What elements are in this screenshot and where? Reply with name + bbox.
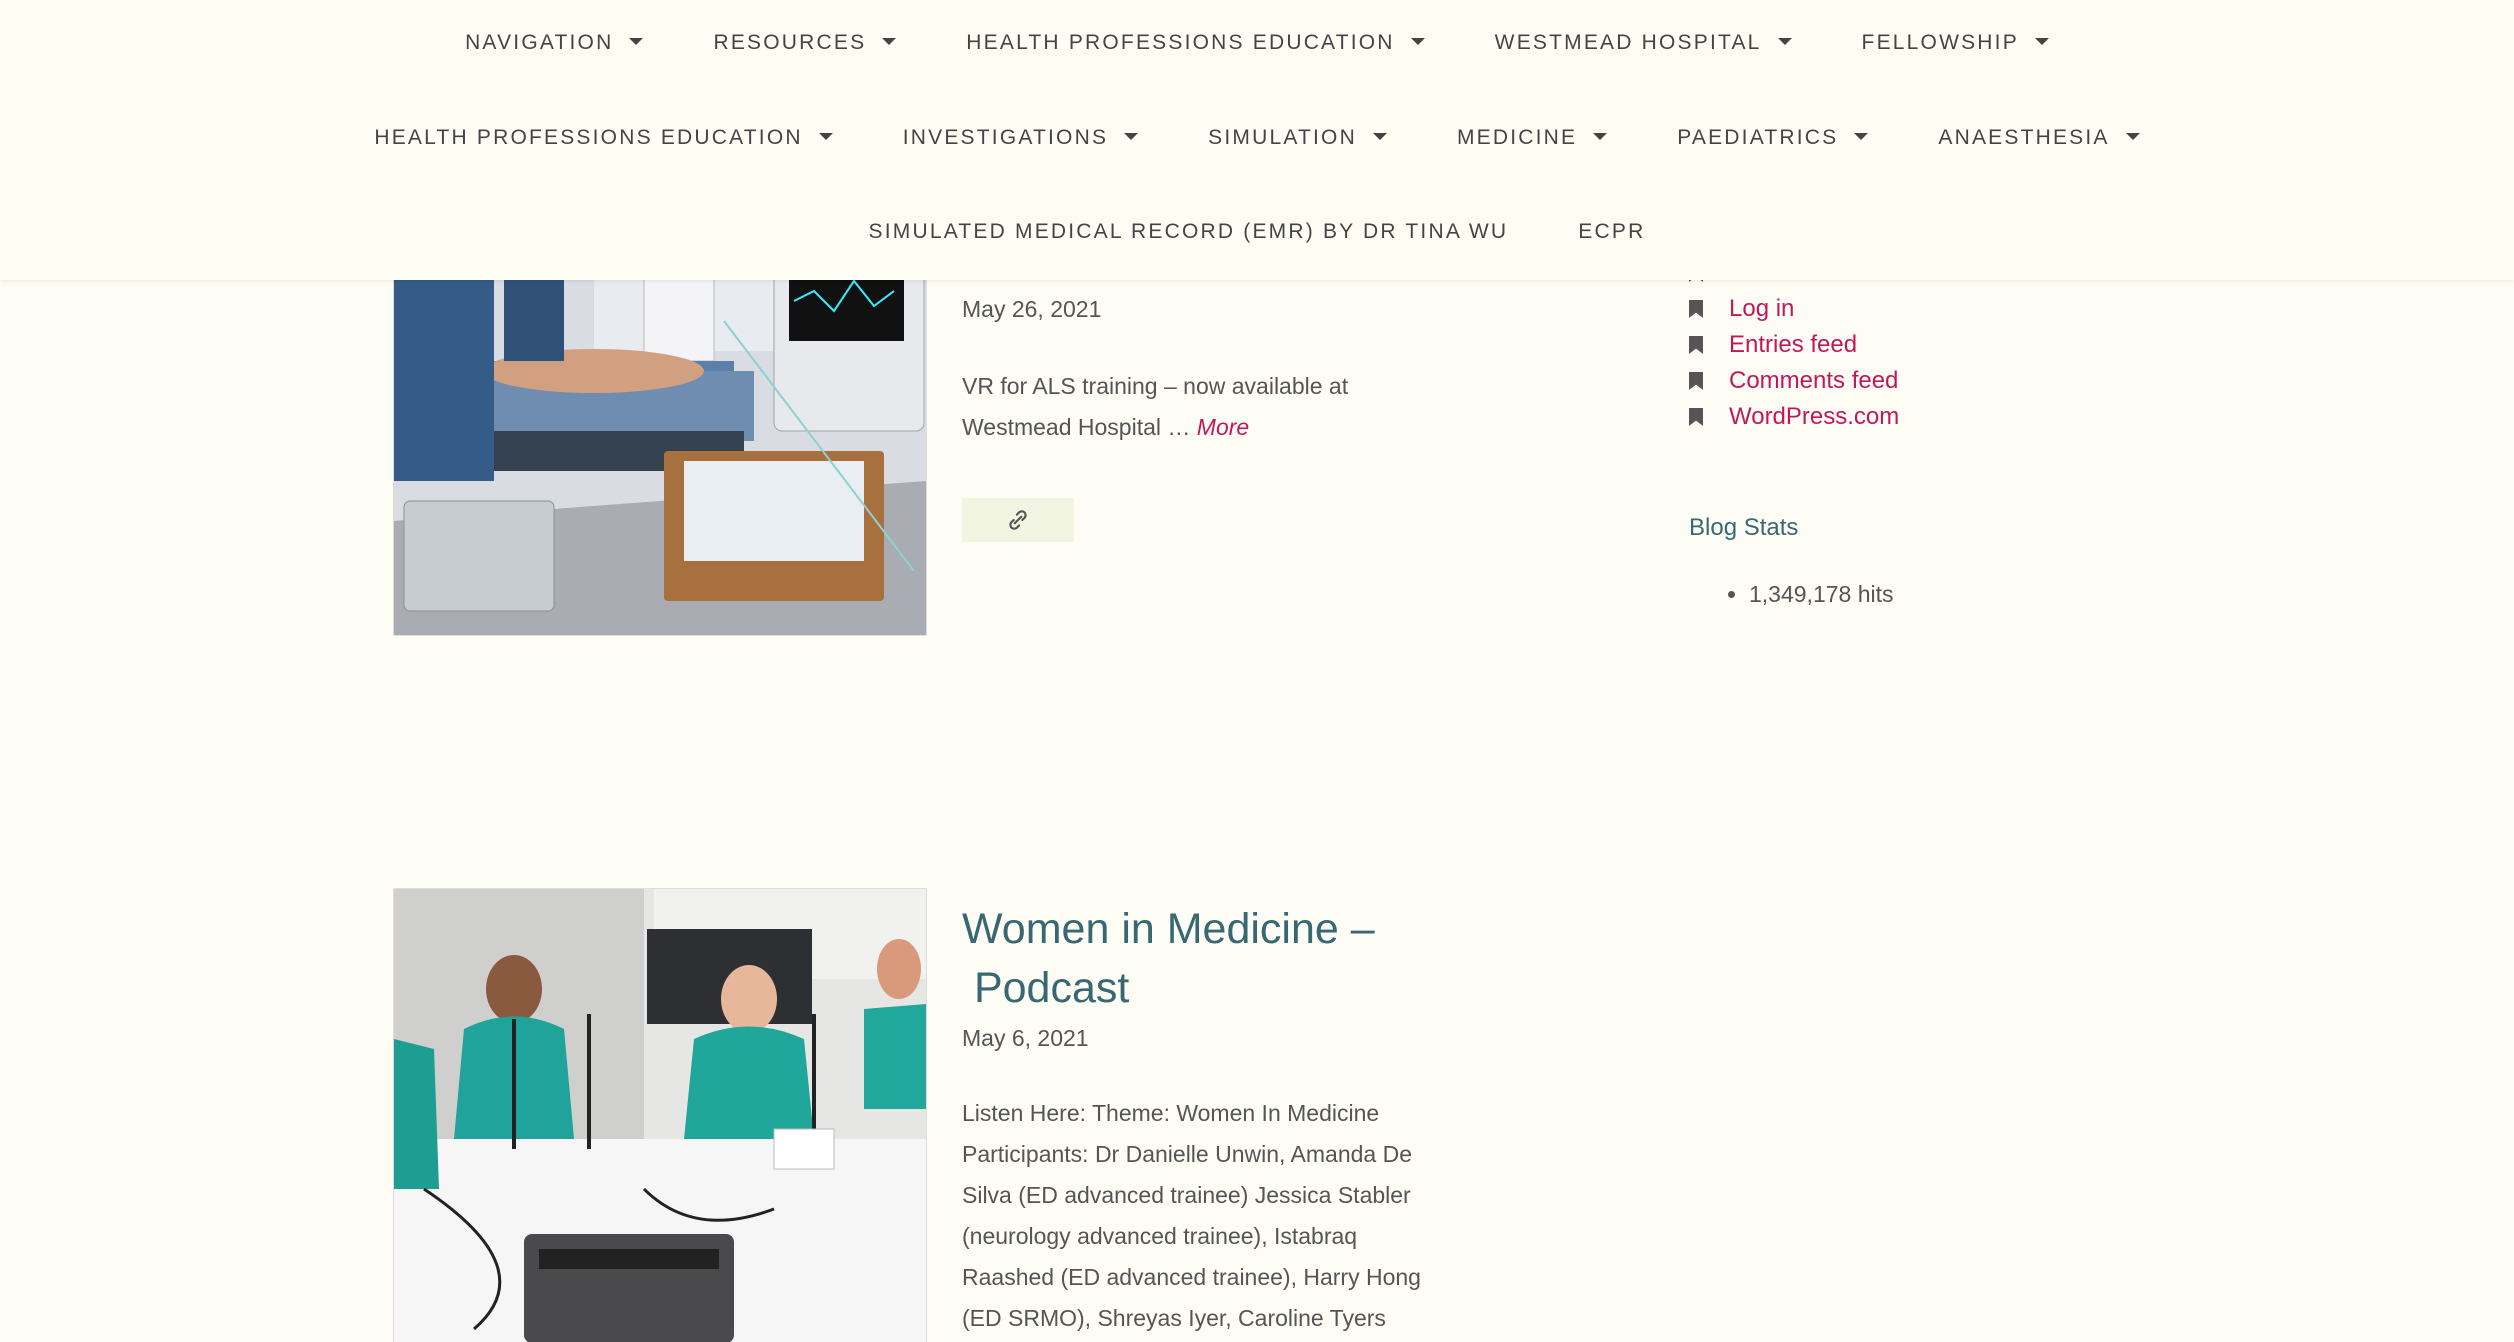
post-date: May 26, 2021 <box>962 296 1102 322</box>
meta-link-comments-feed[interactable]: Comments feed <box>1689 363 1899 399</box>
post-thumbnail-vr-training[interactable] <box>393 220 927 636</box>
excerpt-line: (neurology advanced trainee), Istabraq <box>962 1223 1358 1249</box>
caret-down-icon <box>1593 132 1608 140</box>
nav-item-paediatrics[interactable]: PAEDIATRICS <box>1677 126 1869 150</box>
meta-link-log-in[interactable]: Log in <box>1689 291 1899 327</box>
nav-item-label: FELLOWSHIP <box>1861 31 2019 54</box>
blog-stats-title: Blog Stats <box>1689 514 1799 541</box>
nav-item-label: SIMULATED MEDICAL RECORD (EMR) BY DR TIN… <box>868 220 1509 243</box>
meta-link-entries-feed[interactable]: Entries feed <box>1689 327 1899 363</box>
caret-down-icon <box>818 132 833 140</box>
caret-down-icon <box>882 37 897 45</box>
caret-down-icon <box>1372 132 1387 140</box>
bookmark-icon <box>1689 372 1703 390</box>
post-2-date-block: May 6, 2021 <box>962 1025 1462 1052</box>
nav-item-investigations[interactable]: INVESTIGATIONS <box>902 126 1139 150</box>
podcast-image <box>394 889 926 1342</box>
caret-down-icon <box>2034 37 2049 45</box>
excerpt-line: Raashed (ED advanced trainee), Harry Hon… <box>962 1264 1421 1290</box>
post-1-date-block: May 26, 2021 <box>962 296 1462 323</box>
vr-training-image <box>394 221 926 635</box>
nav-item-label: WESTMEAD HOSPITAL <box>1494 31 1762 54</box>
nav-item-anaesthesia[interactable]: ANAESTHESIA <box>1938 126 2140 150</box>
bookmark-icon <box>1689 408 1703 426</box>
excerpt-line: Westmead Hospital … <box>962 414 1191 440</box>
post-title-line[interactable]: Women in Medicine – <box>962 905 1375 953</box>
caret-down-icon <box>1124 132 1139 140</box>
meta-link-label: Entries feed <box>1729 331 1858 358</box>
more-link[interactable]: More <box>1197 414 1249 440</box>
caret-down-icon <box>2125 132 2140 140</box>
nav-item-simulated-medical-record-emr-by-dr-tina-wu[interactable]: SIMULATED MEDICAL RECORD (EMR) BY DR TIN… <box>869 220 1509 244</box>
nav-item-label: HEALTH PROFESSIONS EDUCATION <box>374 126 803 149</box>
hits-count: 1,349,178 hits <box>1749 581 1894 607</box>
nav-item-label: ANAESTHESIA <box>1938 126 2110 149</box>
nav-item-label: SIMULATION <box>1208 126 1357 149</box>
blog-stats-list: 1,349,178 hits <box>1728 581 1894 608</box>
caret-down-icon <box>629 37 644 45</box>
meta-link-label: WordPress.com <box>1729 403 1900 430</box>
page: May 26, 2021 VR for ALS training – now a… <box>0 0 2514 1342</box>
excerpt-line: Listen Here: Theme: Women In Medicine <box>962 1100 1380 1126</box>
bookmark-icon <box>1689 300 1703 318</box>
post-2-excerpt: Listen Here: Theme: Women In Medicine Par… <box>962 1093 1482 1339</box>
nav-item-label: HEALTH PROFESSIONS EDUCATION <box>966 31 1395 54</box>
nav-item-label: PAEDIATRICS <box>1677 126 1839 149</box>
nav-item-label: NAVIGATION <box>465 31 614 54</box>
post-1-excerpt: VR for ALS training – now available at W… <box>962 366 1462 448</box>
permalink-button[interactable] <box>962 498 1074 542</box>
meta-link-label: Log in <box>1729 295 1795 322</box>
caret-down-icon <box>1777 37 1792 45</box>
post-date: May 6, 2021 <box>962 1025 1089 1051</box>
excerpt-line: Silva (ED advanced trainee) Jessica Stab… <box>962 1182 1411 1208</box>
caret-down-icon <box>1854 132 1869 140</box>
post-title-line[interactable]: Podcast <box>962 964 1129 1012</box>
bookmark-icon <box>1689 336 1703 354</box>
sidebar-meta: Create accountLog inEntries feedComments… <box>1689 255 1899 435</box>
post-2-title-block: Women in Medicine – Podcast <box>962 900 1462 1018</box>
nav-item-simulation[interactable]: SIMULATION <box>1208 126 1387 150</box>
post-title[interactable]: Women in Medicine – Podcast <box>962 900 1462 1018</box>
top-navigation: NAVIGATION RESOURCES HEALTH PROFESSIONS ED… <box>0 0 2514 280</box>
excerpt-line: (ED SRMO), Shreyas Iyer, Caroline Tyers <box>962 1305 1386 1331</box>
meta-link-label: Comments feed <box>1729 367 1899 394</box>
nav-item-label: RESOURCES <box>713 31 867 54</box>
nav-item-resources[interactable]: RESOURCES <box>713 31 897 55</box>
nav-item-ecpr[interactable]: ECPR <box>1578 220 1645 244</box>
excerpt-line: VR for ALS training – now available at <box>962 373 1349 399</box>
link-icon <box>1009 510 1027 530</box>
nav-item-health-professions-education[interactable]: HEALTH PROFESSIONS EDUCATION <box>966 31 1425 55</box>
meta-link-wordpress-com[interactable]: WordPress.com <box>1689 399 1899 435</box>
caret-down-icon <box>1410 37 1425 45</box>
nav-item-label: ECPR <box>1578 220 1646 243</box>
nav-item-fellowship[interactable]: FELLOWSHIP <box>1862 31 2049 55</box>
nav-item-westmead-hospital[interactable]: WESTMEAD HOSPITAL <box>1495 31 1792 55</box>
nav-item-label: INVESTIGATIONS <box>902 126 1109 149</box>
bullet-icon <box>1728 591 1735 598</box>
nav-item-label: MEDICINE <box>1456 126 1578 149</box>
nav-item-health-professions-education[interactable]: HEALTH PROFESSIONS EDUCATION <box>374 126 833 150</box>
nav-row-1: NAVIGATION RESOURCES HEALTH PROFESSIONS ED… <box>0 23 2514 63</box>
nav-item-navigation[interactable]: NAVIGATION <box>465 31 644 55</box>
nav-item-medicine[interactable]: MEDICINE <box>1456 126 1608 150</box>
excerpt-line: Participants: Dr Danielle Unwin, Amanda … <box>962 1141 1412 1167</box>
post-thumbnail-podcast[interactable] <box>393 888 927 1342</box>
nav-row-2: HEALTH PROFESSIONS EDUCATION INVESTIGATIO… <box>0 118 2514 158</box>
nav-row-3: SIMULATED MEDICAL RECORD (EMR) BY DR TIN… <box>0 212 2514 252</box>
